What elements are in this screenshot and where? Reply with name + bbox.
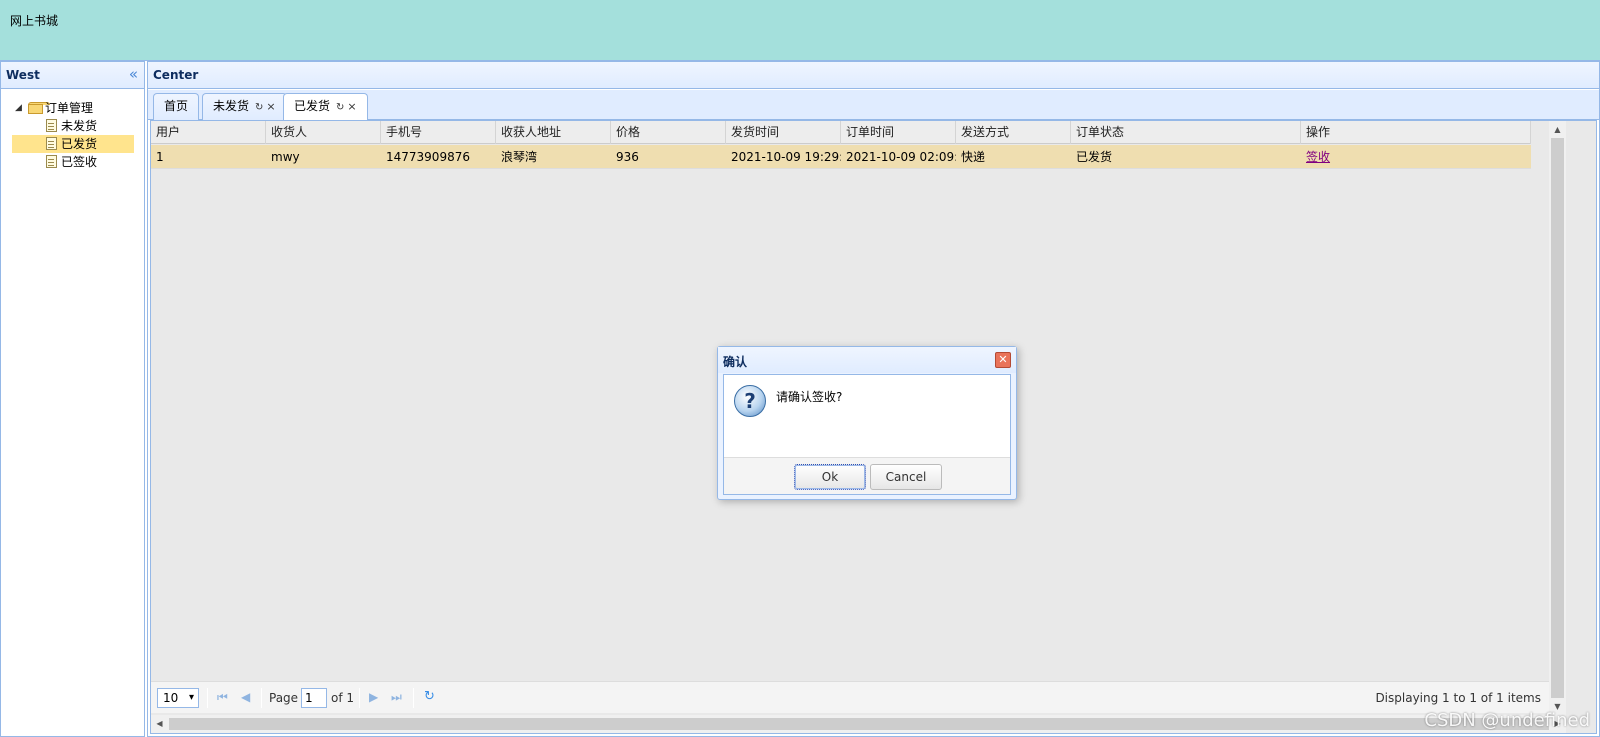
cancel-button[interactable]: Cancel [870, 464, 942, 490]
folder-open-icon [28, 101, 50, 115]
tree-node-unshipped[interactable]: 未发货 [1, 117, 144, 135]
site-title: 网上书城 [10, 14, 59, 28]
cell-address: 浪琴湾 [501, 150, 538, 164]
cell-ship-time: 2021-10-09 19:29:2 [731, 150, 841, 164]
watermark: CSDN @undefined [1424, 710, 1590, 731]
pager-separator [207, 688, 208, 708]
refresh-icon[interactable]: ↻ [424, 689, 435, 704]
tab-shipped[interactable]: 已发货 ↻ × [283, 93, 368, 121]
file-icon [45, 119, 60, 133]
west-panel: West « ◢ 订单管理 未发货 已发货 已签收 [0, 61, 145, 737]
column-header-status[interactable]: 订单状态 [1071, 121, 1301, 144]
west-panel-header: West « [1, 62, 144, 89]
scroll-left-arrow-icon[interactable]: ◀ [151, 715, 168, 733]
tree-node-label: 已发货 [61, 137, 98, 151]
last-page-icon[interactable]: ⏭ [391, 690, 402, 705]
tree-node-shipped[interactable]: 已发货 [1, 135, 144, 153]
display-summary: Displaying 1 to 1 of 1 items [1375, 691, 1541, 705]
file-icon [45, 137, 60, 151]
tree-expand-icon[interactable]: ◢ [15, 99, 22, 117]
column-header-receiver[interactable]: 收货人 [266, 121, 381, 144]
close-icon[interactable]: ✕ [995, 352, 1011, 368]
tab-label: 未发货 [213, 99, 250, 113]
horizontal-scrollbar[interactable]: ◀ ▶ [151, 715, 1566, 733]
refresh-tab-icon[interactable]: ↻ [336, 102, 344, 113]
ok-button[interactable]: Ok [794, 464, 866, 490]
dialog-title: 确认 [723, 355, 748, 369]
confirm-dialog: 确认 ✕ ? 请确认签收? Ok Cancel [717, 346, 1017, 500]
page-label: Page [269, 691, 299, 705]
tree-node-order-management[interactable]: ◢ 订单管理 [1, 99, 144, 117]
collapse-left-icon[interactable]: « [129, 65, 138, 83]
first-page-icon[interactable]: ⏮ [217, 690, 228, 705]
pager-separator [413, 688, 414, 708]
order-tree: ◢ 订单管理 未发货 已发货 已签收 [1, 89, 144, 171]
column-header-ship-time[interactable]: 发货时间 [726, 121, 841, 144]
page-size-value: 10 [163, 691, 179, 705]
table-row[interactable]: 1 mwy 14773909876 浪琴湾 936 2021-10-09 19:… [151, 145, 1531, 169]
app-header: 网上书城 [0, 0, 1600, 61]
center-panel-title: Center [153, 68, 199, 82]
column-header-action[interactable]: 操作 [1301, 121, 1531, 144]
tree-node-label: 订单管理 [45, 101, 94, 115]
dialog-button-bar: Ok Cancel [724, 457, 1010, 494]
tab-label: 已发货 [294, 99, 331, 113]
column-header-order-time[interactable]: 订单时间 [841, 121, 956, 144]
dialog-header[interactable]: 确认 ✕ [718, 347, 1016, 373]
cell-order-time: 2021-10-09 02:09:5 [846, 150, 956, 164]
pager-separator [261, 688, 262, 708]
tab-strip: 首页 未发货 ↻ × 已发货 ↻ × [148, 90, 1599, 121]
scroll-up-arrow-icon[interactable]: ▲ [1549, 121, 1566, 138]
cell-action: 签收 [1301, 145, 1531, 169]
column-header-address[interactable]: 收获人地址 [496, 121, 611, 144]
cell-user: 1 [156, 150, 164, 164]
tab-home[interactable]: 首页 [153, 93, 200, 120]
vertical-scroll-thumb[interactable] [1551, 138, 1564, 698]
chevron-down-icon: ▾ [188, 692, 194, 703]
page-size-select[interactable]: 10 ▾ [157, 688, 199, 708]
page-total-label: of 1 [331, 691, 355, 705]
column-header-phone[interactable]: 手机号 [381, 121, 496, 144]
cell-receiver: mwy [271, 150, 300, 164]
pager-separator [359, 688, 360, 708]
grid-header-row: 用户 收货人 手机号 收获人地址 价格 发货时间 订单时间 发送方式 订单状态 … [151, 121, 1531, 144]
tab-label: 首页 [164, 99, 189, 113]
next-page-icon[interactable]: ▶ [369, 690, 378, 704]
column-header-price[interactable]: 价格 [611, 121, 726, 144]
refresh-tab-icon[interactable]: ↻ [255, 102, 263, 113]
cell-ship-method: 快递 [961, 150, 986, 164]
west-panel-title: West [6, 68, 40, 82]
cell-status: 已发货 [1076, 150, 1113, 164]
column-header-ship-method[interactable]: 发送方式 [956, 121, 1071, 144]
sign-link[interactable]: 签收 [1306, 150, 1330, 164]
tree-node-label: 已签收 [61, 155, 98, 169]
horizontal-scroll-thumb[interactable] [169, 718, 1549, 730]
dialog-message: 请确认签收? [776, 390, 843, 404]
prev-page-icon[interactable]: ◀ [241, 690, 250, 704]
file-icon [45, 155, 60, 169]
cell-phone: 14773909876 [386, 150, 470, 164]
column-header-user[interactable]: 用户 [151, 121, 266, 144]
tab-unshipped[interactable]: 未发货 ↻ × [202, 93, 287, 120]
center-panel-header: Center [148, 62, 1599, 89]
close-tab-icon[interactable]: × [266, 100, 275, 113]
page-number-input[interactable]: 1 [301, 688, 327, 708]
tree-node-label: 未发货 [61, 119, 98, 133]
cell-price: 936 [616, 150, 639, 164]
pagination-bar: 10 ▾ ⏮ ◀ Page 1 of 1 ▶ ⏭ ↻ Displaying 1 t… [151, 681, 1549, 713]
vertical-scrollbar[interactable]: ▲ ▼ [1549, 121, 1566, 715]
close-tab-icon[interactable]: × [347, 100, 356, 113]
question-icon: ? [734, 385, 766, 417]
dialog-body: ? 请确认签收? Ok Cancel [723, 374, 1011, 495]
tree-node-signed[interactable]: 已签收 [1, 153, 144, 171]
